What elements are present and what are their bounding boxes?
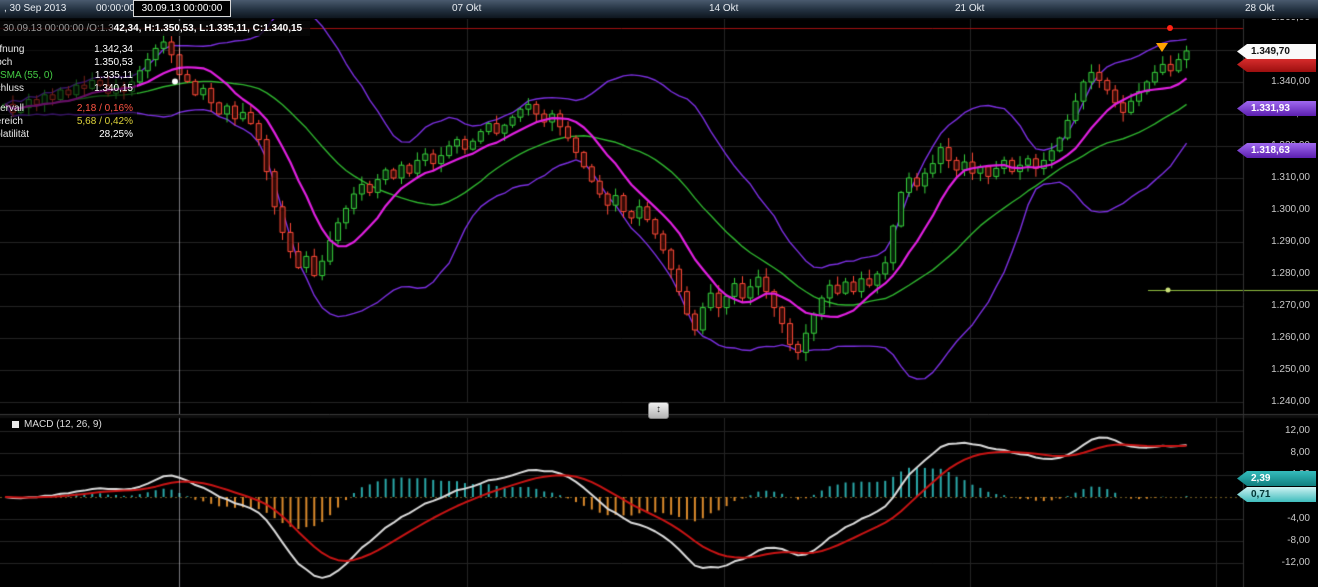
price-tick-label: 1.270,00 <box>1246 300 1310 311</box>
legend-value: 1.350,53 <box>94 56 133 69</box>
current-price-tag: 1.349,70 <box>1237 44 1316 59</box>
macd-tick-label: -4,00 <box>1246 513 1310 524</box>
chart-canvas[interactable] <box>0 0 1318 587</box>
band-lower-price-tag: 1.318,63 <box>1237 143 1316 158</box>
legend-label: Intervall <box>0 102 24 115</box>
legend-label: Schluss <box>0 82 24 95</box>
legend-row: Hoch 1.350,53 <box>0 56 133 69</box>
price-tick-label: 1.300,00 <box>1246 204 1310 215</box>
date-axis-label: 07 Okt <box>452 3 481 14</box>
price-tick-label: 1.310,00 <box>1246 172 1310 183</box>
price-tick-label: 1.290,00 <box>1246 236 1310 247</box>
band-upper-price-tag: 1.331,93 <box>1237 101 1316 116</box>
macd-label-text: MACD (12, 26, 9) <box>24 419 102 430</box>
macd-tick-label: -8,00 <box>1246 535 1310 546</box>
price-tick-label: 1.250,00 <box>1246 364 1310 375</box>
legend-label: Volatilität <box>0 128 29 141</box>
legend-label: Öffnung <box>0 43 24 56</box>
legend-value: 5,68 / 0,42% <box>77 115 133 128</box>
legend-value: 28,25% <box>99 128 133 141</box>
date-axis-label: 28 Okt <box>1245 3 1274 14</box>
date-axis-label: 14 Okt <box>709 3 738 14</box>
price-tick-label: 1.260,00 <box>1246 332 1310 343</box>
legend-row: SMA (55, 0) 1.335,11 <box>0 69 133 82</box>
tooltip-prefix: 30.09.13 00:00:00 /O:1.3 <box>3 23 114 34</box>
legend-label: Bereich <box>0 115 23 128</box>
price-tick-label: 1.340,00 <box>1246 76 1310 87</box>
macd-indicator-label[interactable]: MACD (12, 26, 9) <box>12 419 102 430</box>
legend-value: 1.335,11 <box>95 69 133 82</box>
legend-value: 1.342,34 <box>94 43 133 56</box>
tooltip-ohlc: 42,34, H:1.350,53, L:1.335,11, C:1.340,1… <box>114 23 302 34</box>
sell-arrow-icon <box>1156 43 1168 52</box>
legend-value: 2,18 / 0,16% <box>77 102 133 115</box>
crosshair-date-tag: 30.09.13 00:00:00 <box>133 0 231 17</box>
legend-row: Öffnung 1.342,34 <box>0 43 133 56</box>
date-axis-first-time: 00:00:00 <box>96 3 135 14</box>
trading-chart-window: , 30 Sep 2013 00:00:00 07 Okt 14 Okt 21 Ok… <box>0 0 1318 587</box>
legend-row: Bereich 5,68 / 0,42% <box>0 115 133 128</box>
indicator-bullet-icon <box>12 421 19 428</box>
price-tick-label: 1.240,00 <box>1246 396 1310 407</box>
alert-dot-icon <box>1167 25 1173 31</box>
legend-label: SMA (55, 0) <box>0 69 53 82</box>
legend-row: Volatilität 28,25% <box>0 128 133 141</box>
macd-tick-label: 12,00 <box>1246 425 1310 436</box>
macd-signal-value-tag: 0,71 <box>1237 487 1316 502</box>
legend-row: Schluss 1.340,15 <box>0 82 133 95</box>
legend-row: Intervall 2,18 / 0,16% <box>0 102 133 115</box>
date-axis-first-label: , 30 Sep 2013 <box>4 3 66 14</box>
price-tick-label: 1.280,00 <box>1246 268 1310 279</box>
ohlc-tooltip: 30.09.13 00:00:00 /O:1.342,34, H:1.350,5… <box>0 21 310 36</box>
date-axis-label: 21 Okt <box>955 3 984 14</box>
legend-label: Hoch <box>0 56 12 69</box>
alert-price-tag[interactable] <box>1237 57 1316 72</box>
macd-value-tag: 2,39 <box>1237 471 1316 486</box>
legend-value: 1.340,15 <box>94 82 133 95</box>
macd-tick-label: -12,00 <box>1246 557 1310 568</box>
legend-panel: Öffnung 1.342,34 Hoch 1.350,53 SMA (55, 0) 1.… <box>0 41 137 144</box>
pane-splitter[interactable]: ↕ <box>648 402 669 419</box>
macd-tick-label: 8,00 <box>1246 447 1310 458</box>
